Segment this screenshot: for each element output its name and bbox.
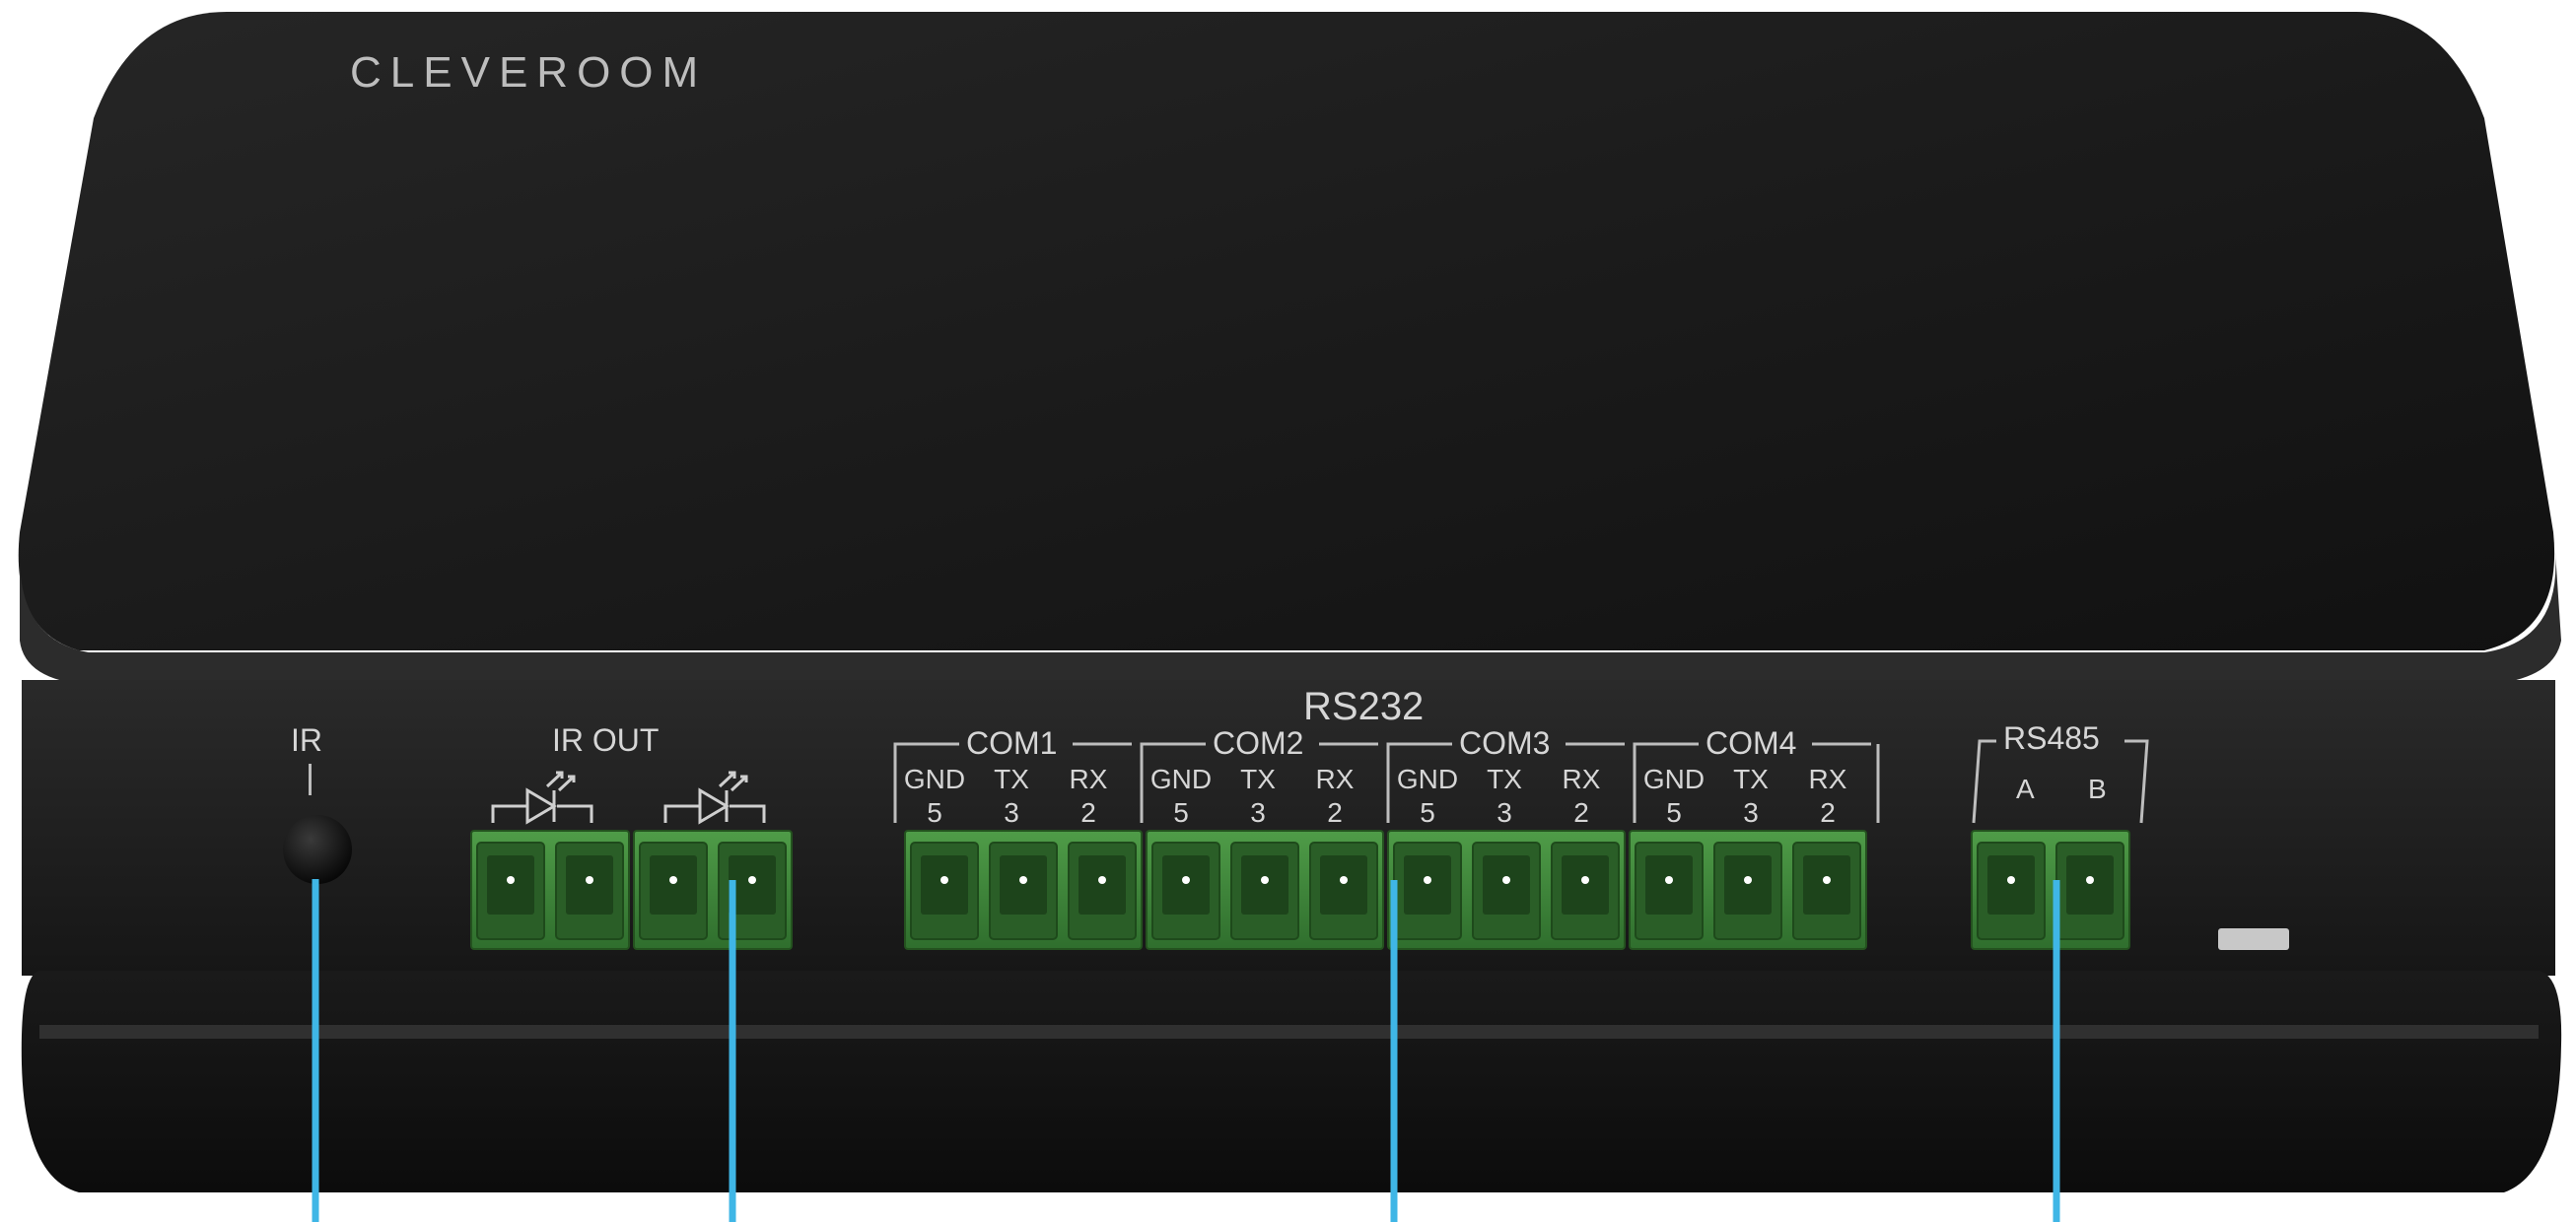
com-pin-signal: RX [1809, 764, 1847, 794]
com-pin-signal: RX [1563, 764, 1601, 794]
terminal-screw [1581, 876, 1589, 884]
com3-terminal[interactable] [1387, 830, 1626, 950]
terminal-screw [507, 876, 515, 884]
terminal-screw [1424, 876, 1431, 884]
com-pin-number: 5 [1420, 797, 1435, 828]
ir-out-terminal-1[interactable] [470, 830, 630, 950]
com1-terminal[interactable] [904, 830, 1143, 950]
com-port-name: COM2 [1213, 725, 1303, 761]
terminal-screw [1182, 876, 1190, 884]
com4-terminal[interactable] [1629, 830, 1867, 950]
com2-terminal[interactable] [1146, 830, 1384, 950]
terminal-screw [1744, 876, 1752, 884]
com-pin-number: 2 [1327, 797, 1343, 828]
com-pin-number: 2 [1573, 797, 1589, 828]
com-pin-signal: TX [994, 764, 1029, 794]
com-pin-number: 3 [1250, 797, 1266, 828]
com-pin-signal: GND [1643, 764, 1705, 794]
com-pin-signal: GND [1150, 764, 1212, 794]
com-pin-signal: RX [1316, 764, 1355, 794]
terminal-screw [1502, 876, 1510, 884]
ir-label: IR [291, 722, 322, 758]
com-pin-number: 3 [1497, 797, 1512, 828]
com-pin-number: 3 [1743, 797, 1759, 828]
status-led [2218, 928, 2289, 950]
com-pin-signal: RX [1070, 764, 1108, 794]
rs485-label: RS485 [2003, 720, 2100, 756]
ir-out-label: IR OUT [552, 722, 659, 758]
com-pin-signal: GND [1397, 764, 1458, 794]
terminal-screw [586, 876, 593, 884]
com-pin-number: 5 [1666, 797, 1682, 828]
com-port-name: COM3 [1459, 725, 1550, 761]
ir-sensor [283, 815, 352, 884]
terminal-screw [1261, 876, 1269, 884]
device-top-panel [18, 12, 2555, 650]
rs485-terminal[interactable] [1971, 830, 2130, 950]
terminal-screw [2007, 876, 2015, 884]
com-pin-number: 2 [1820, 797, 1836, 828]
rs232-label: RS232 [1303, 685, 1424, 728]
com-pin-number: 5 [1173, 797, 1189, 828]
com-pin-number: 5 [927, 797, 942, 828]
terminal-screw [2086, 876, 2094, 884]
rs485-pin-b: B [2088, 774, 2107, 804]
ir-label-tick [309, 764, 312, 795]
terminal-screw [1098, 876, 1106, 884]
terminal-screw [748, 876, 756, 884]
ir-out-terminal-2[interactable] [633, 830, 793, 950]
com-pin-number: 3 [1004, 797, 1019, 828]
brand-logo: CLEVEROOM [350, 48, 707, 97]
terminal-screw [669, 876, 677, 884]
terminal-screw [1665, 876, 1673, 884]
com-port-name: COM1 [966, 725, 1057, 761]
com-pin-signal: TX [1240, 764, 1276, 794]
terminal-screw [1823, 876, 1831, 884]
device-base-groove [39, 1025, 2539, 1039]
rs485-pin-a: A [2016, 774, 2035, 804]
com-pin-signal: TX [1733, 764, 1769, 794]
com-pin-number: 2 [1080, 797, 1096, 828]
com-pin-signal: GND [904, 764, 965, 794]
device-scene: CLEVEROOM IR IR OUT RS232 COM1GND5TX3RX2… [18, 12, 2562, 1222]
com-pin-signal: TX [1487, 764, 1522, 794]
com-port-name: COM4 [1706, 725, 1796, 761]
terminal-screw [940, 876, 948, 884]
device-body [18, 12, 2562, 1192]
terminal-screw [1340, 876, 1348, 884]
device-base [21, 971, 2562, 1192]
terminal-screw [1019, 876, 1027, 884]
